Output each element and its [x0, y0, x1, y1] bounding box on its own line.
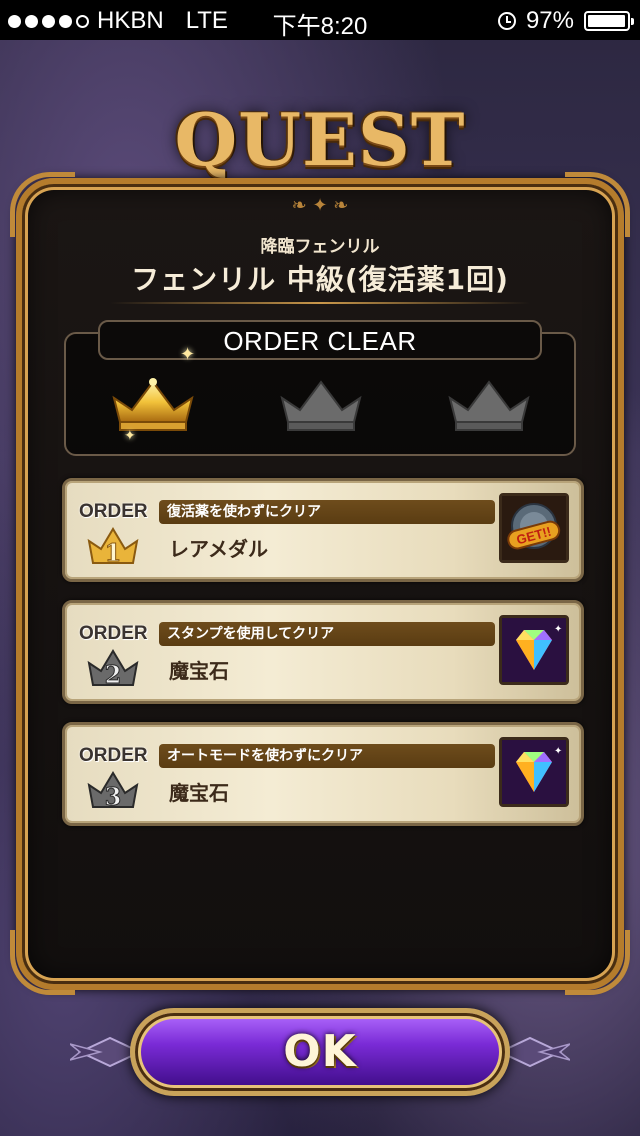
battery-percentage: 97% — [525, 7, 574, 34]
quest-name: フェンリル 中級(復活薬1回) — [131, 263, 509, 296]
order-row-3: ORDER 3 オートモードを使わずにクリア 魔宝石 ✦ — [62, 722, 584, 826]
battery-icon — [584, 11, 634, 31]
order-word: ORDER — [79, 745, 148, 766]
svg-text:✦: ✦ — [554, 746, 562, 757]
crown-earned-icon — [108, 376, 198, 432]
order-condition: 復活薬を使わずにクリア — [159, 500, 495, 524]
alarm-icon — [497, 12, 516, 30]
crown-locked-icon — [444, 376, 534, 432]
sparkle-icon: ✦ — [180, 344, 196, 365]
reward-name: 魔宝石 — [169, 659, 229, 683]
order-number: 2 — [105, 660, 122, 689]
result-frame — [16, 178, 624, 990]
rainbow-gem-icon: ✦ — [499, 737, 569, 807]
ornament-right-icon — [497, 1024, 571, 1080]
title-divider — [110, 302, 530, 304]
order-clear-label: ORDER CLEAR — [98, 320, 542, 360]
order-row-1: ORDER 1 復活薬を使わずにクリア レアメダル GET!! — [62, 478, 584, 582]
reward-name: 魔宝石 — [169, 781, 229, 805]
order-3-crown-icon: 3 — [85, 769, 141, 813]
order-condition: オートモードを使わずにクリア — [159, 744, 495, 768]
order-number: 3 — [105, 782, 122, 811]
rainbow-gem-icon: ✦ — [499, 615, 569, 685]
order-word: ORDER — [79, 501, 148, 522]
order-row-2: ORDER 2 スタンプを使用してクリア 魔宝石 ✦ — [62, 600, 584, 704]
ok-button-container: OK — [69, 1004, 571, 1100]
crown-locked-icon — [276, 376, 366, 432]
ok-button[interactable]: OK — [130, 1008, 510, 1096]
order-word: ORDER — [79, 623, 148, 644]
frame-corner-ornament — [565, 930, 630, 995]
order-2-crown-icon: 2 — [85, 647, 141, 691]
order-1-crown-icon: 1 — [85, 525, 141, 569]
quest-subtitle: 降臨フェンリル — [260, 237, 380, 257]
svg-text:✦: ✦ — [554, 624, 562, 635]
order-number: 1 — [105, 538, 122, 567]
status-right: 97% — [497, 7, 634, 35]
frame-top-ornament-icon: ❧ ✦ ❧ — [291, 195, 349, 216]
rare-medal-get-icon: GET!! — [499, 493, 569, 563]
sparkle-icon: ✦ — [124, 428, 136, 444]
status-bar: HKBN LTE 下午8:20 97% — [0, 0, 640, 40]
order-condition: スタンプを使用してクリア — [159, 622, 495, 646]
frame-corner-ornament — [10, 930, 75, 995]
reward-name: レアメダル — [169, 537, 268, 561]
